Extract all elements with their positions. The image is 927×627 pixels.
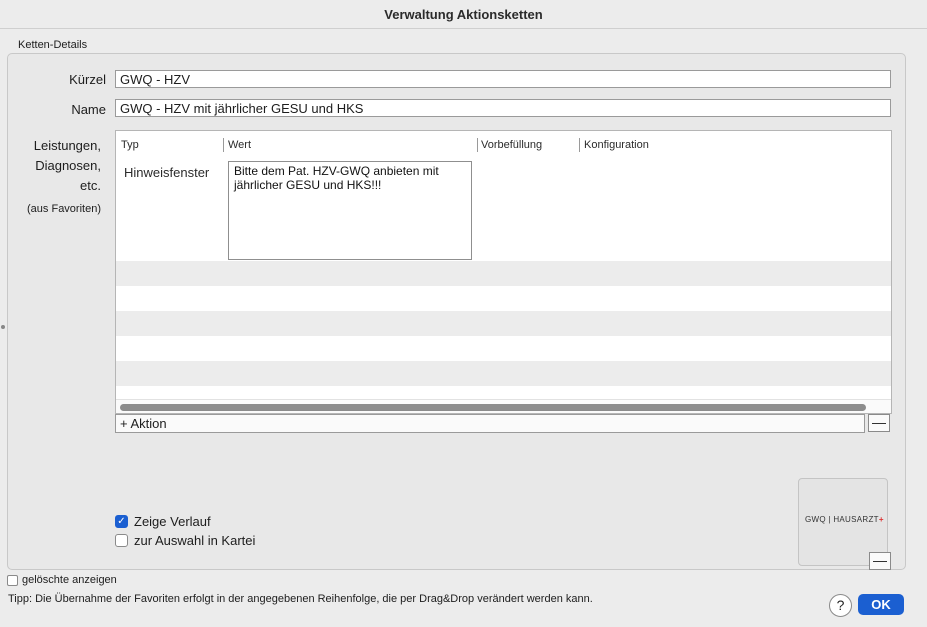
actions-table[interactable]: Typ Wert Vorbefüllung Konfiguration Hinw… [115,130,892,414]
leistungen-label-line1: Leistungen, [33,138,101,153]
tip-text: Tipp: Die Übernahme der Favoriten erfolg… [8,593,593,605]
column-separator[interactable] [223,138,224,152]
zur-auswahl-checkbox[interactable]: zur Auswahl in Kartei [115,533,255,548]
group-label: Ketten-Details [18,39,88,51]
empty-row [116,336,891,361]
column-header-wert[interactable]: Wert [228,139,251,151]
cell-typ: Hinweisfenster [124,165,210,180]
checkbox-icon[interactable] [7,574,18,586]
checkbox-icon[interactable] [115,534,128,547]
kuerzel-label: Kürzel [69,72,106,87]
zur-auswahl-label: zur Auswahl in Kartei [134,533,256,548]
geloschte-anzeigen-checkbox[interactable]: gelöschte anzeigen [7,574,117,586]
empty-row [116,286,891,311]
empty-row [116,261,891,286]
column-header-konfiguration[interactable]: Konfiguration [584,139,649,151]
column-header-typ[interactable]: Typ [121,139,139,151]
name-input[interactable]: GWQ - HZV mit jährlicher GESU und HKS [115,99,891,117]
zeige-verlauf-label: Zeige Verlauf [134,514,211,529]
empty-row [116,361,891,386]
leistungen-label-line3: etc. [80,178,101,193]
column-header-vorbefuellung[interactable]: Vorbefüllung [481,139,542,151]
resize-handle[interactable] [1,325,5,329]
window-title: Verwaltung Aktionsketten [384,7,543,22]
help-button[interactable]: ? [829,594,852,617]
remove-action-button[interactable]: — [868,414,890,432]
wert-textarea[interactable]: Bitte dem Pat. HZV-GWQ anbieten mit jähr… [228,161,472,260]
leistungen-label: Leistungen, Diagnosen, etc. [10,136,101,196]
logo-text-left: GWQ [805,515,826,524]
zeige-verlauf-checkbox[interactable]: ✓ Zeige Verlauf [115,514,211,529]
column-separator[interactable] [477,138,478,152]
kuerzel-input[interactable]: GWQ - HZV [115,70,891,88]
geloschte-label: gelöschte anzeigen [22,574,117,586]
horizontal-scrollbar[interactable] [116,399,891,413]
table-header: Typ Wert Vorbefüllung Konfiguration [116,131,891,160]
empty-row [116,311,891,336]
name-label: Name [71,102,106,117]
title-bar: Verwaltung Aktionsketten [0,0,927,29]
add-action-button[interactable]: + Aktion [115,414,865,433]
leistungen-label-line2: Diagnosen, [35,158,101,173]
ok-button[interactable]: OK [858,594,904,615]
scrollbar-thumb[interactable] [120,404,866,411]
logo-text-right: HAUSARZT [833,515,879,524]
favoriten-note: (aus Favoriten) [27,203,101,215]
table-row[interactable]: Hinweisfenster Bitte dem Pat. HZV-GWQ an… [116,159,891,261]
checkmark-icon[interactable]: ✓ [115,515,128,528]
remove-logo-button[interactable]: — [869,552,891,570]
plus-icon: + [878,515,884,524]
column-separator[interactable] [579,138,580,152]
gwq-hausarzt-logo: GWQ | HAUSARZT+ [805,515,884,524]
